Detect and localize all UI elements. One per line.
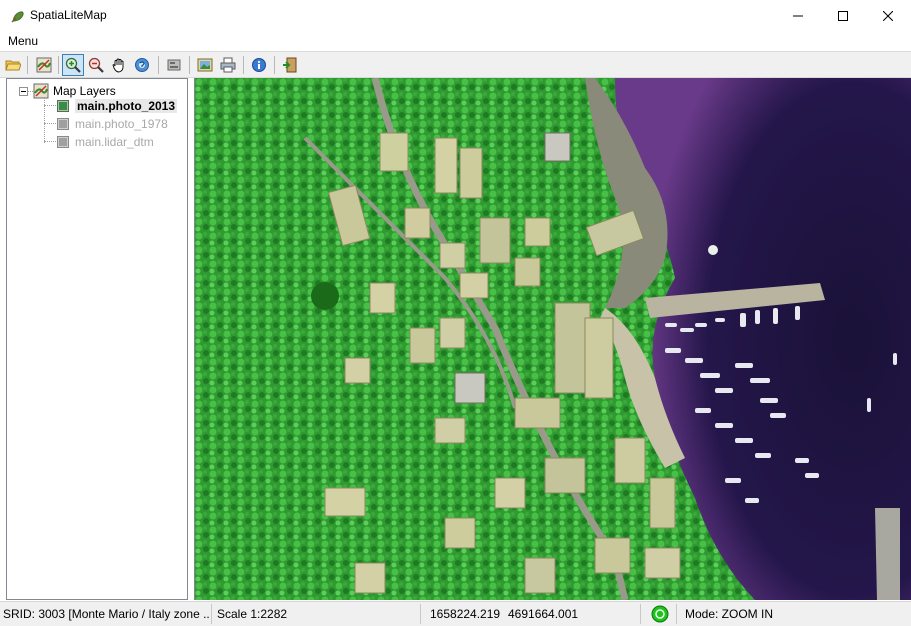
status-globe-icon [651,605,669,623]
map-canvas[interactable] [194,78,911,600]
menu-bar: Menu [0,31,911,51]
map-layers-icon [33,83,49,99]
identify-button[interactable] [131,54,153,76]
tree-connector [44,105,56,106]
raster-layer-icon [57,100,69,112]
tree-connector [44,123,56,124]
maximize-icon [838,10,848,21]
minimize-button[interactable] [775,0,821,31]
settings-button[interactable] [163,54,185,76]
status-y-coordinate: 4691664.001 [508,607,579,621]
status-divider [676,604,677,624]
tree-connector [44,97,45,143]
about-icon [252,58,266,72]
layer-item-photo-2013[interactable]: main.photo_2013 [57,98,178,114]
print-button[interactable] [217,54,239,76]
zoom-out-button[interactable] [85,54,107,76]
status-bar: SRID: 3003 [Monte Mario / Italy zone ...… [0,601,911,626]
toolbar-separator [27,56,28,74]
collapse-expander-icon[interactable] [19,86,28,96]
status-srid: SRID: 3003 [Monte Mario / Italy zone ... [3,607,209,621]
status-divider [211,604,212,624]
status-x-coordinate: 1658224.219 [430,607,500,621]
toolbar-separator [274,56,275,74]
open-folder-icon [5,60,21,71]
settings-icon [167,59,181,71]
export-image-icon [197,58,213,72]
print-icon [220,57,236,73]
minimize-icon [793,15,803,16]
tree-root-map-layers[interactable]: Map Layers [19,83,116,99]
toolbar [0,51,911,78]
exit-button[interactable] [279,54,301,76]
open-button[interactable] [2,54,24,76]
layer-tree-panel[interactable]: Map Layers main.photo_2013 main.photo_19… [6,78,188,600]
zoom-in-icon [65,57,81,73]
menu-item-menu[interactable]: Menu [8,34,38,48]
pan-button[interactable] [108,54,130,76]
exit-icon [283,57,297,73]
maximize-button[interactable] [820,0,866,31]
toolbar-separator [58,56,59,74]
close-icon [883,10,893,21]
tree-root-label: Map Layers [53,84,116,98]
tree-connector [44,141,56,142]
about-button[interactable] [248,54,270,76]
layer-item-photo-1978[interactable]: main.photo_1978 [57,116,168,132]
close-button[interactable] [865,0,911,31]
app-logo-icon [11,11,24,23]
raster-layer-icon [57,118,69,130]
export-image-button[interactable] [194,54,216,76]
layer-item-lidar-dtm[interactable]: main.lidar_dtm [57,134,154,150]
zoom-in-button[interactable] [62,54,84,76]
status-mode: Mode: ZOOM IN [685,607,774,621]
identify-icon [135,58,149,72]
layer-label: main.lidar_dtm [75,135,154,149]
pan-hand-icon [112,58,124,73]
zoom-out-icon [88,57,104,73]
status-divider [640,604,641,624]
toolbar-separator [243,56,244,74]
layer-label: main.photo_1978 [75,117,168,131]
status-scale: Scale 1:2282 [217,607,288,621]
window-title: SpatiaLiteMap [30,8,107,22]
status-divider [420,604,421,624]
toolbar-separator [158,56,159,74]
layer-properties-icon [36,57,52,73]
toolbar-separator [189,56,190,74]
layer-properties-button[interactable] [33,54,55,76]
status-indicator [651,602,671,626]
title-bar: SpatiaLiteMap [0,0,911,31]
layer-label: main.photo_2013 [75,99,178,113]
raster-layer-icon [57,136,69,148]
aerial-photo-map[interactable] [195,78,911,600]
